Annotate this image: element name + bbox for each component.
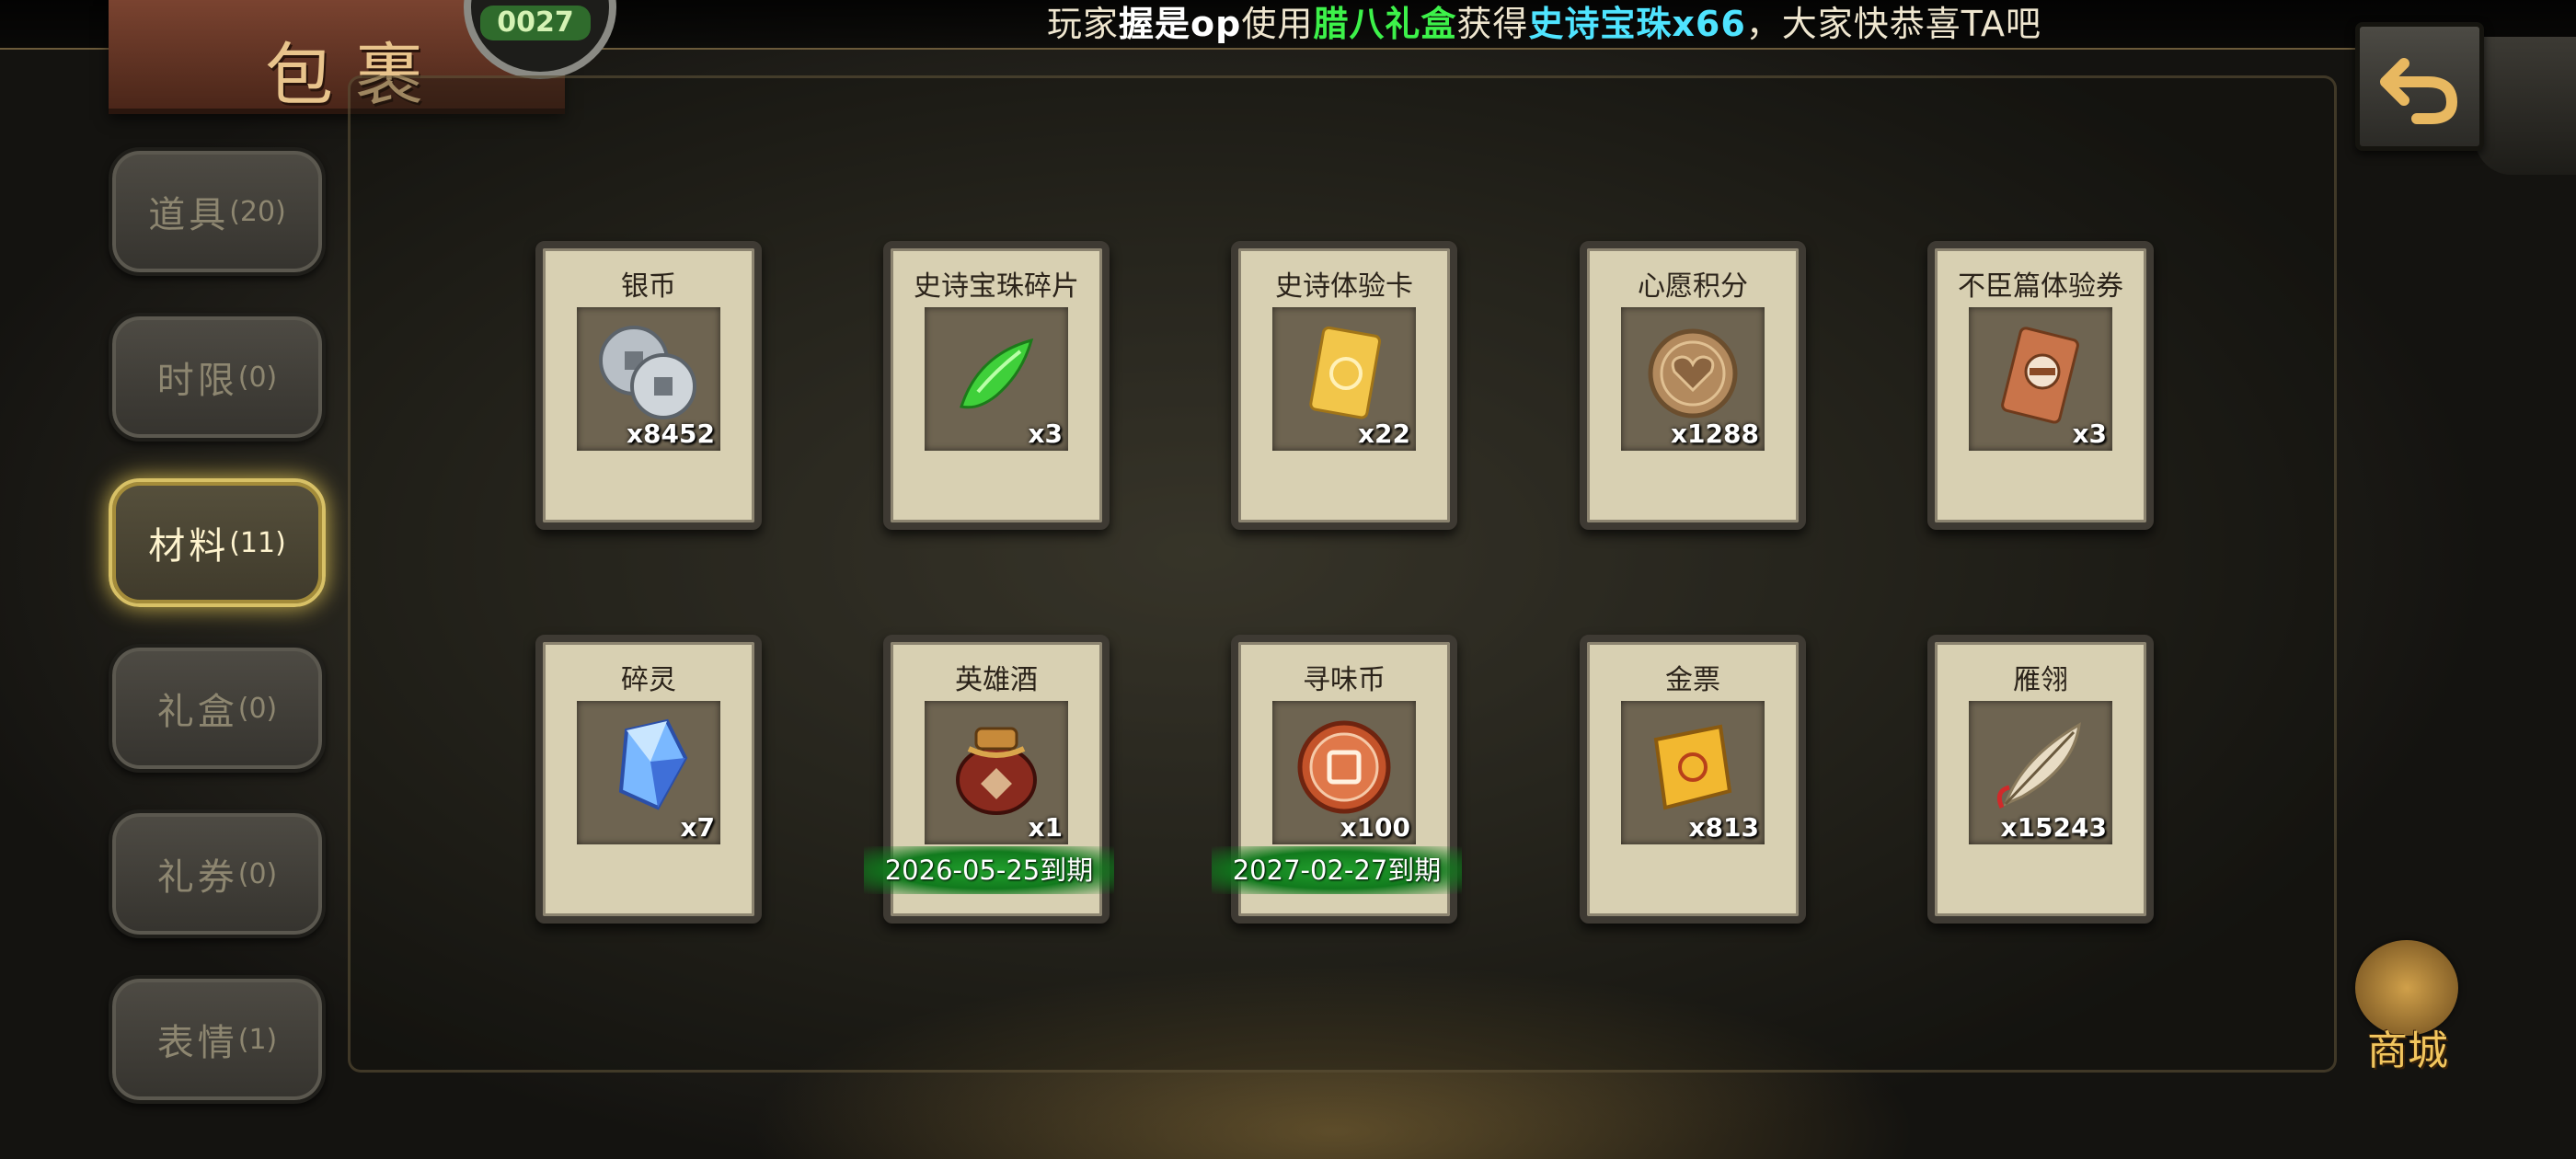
- item-card-buchen-trial-ticket[interactable]: 不臣篇体验券 x3: [1927, 241, 2154, 530]
- item-quantity: x3: [2072, 419, 2107, 449]
- shop-button[interactable]: 商城: [2339, 936, 2477, 1074]
- tab-label: 时限: [156, 360, 238, 402]
- item-icon-well: x15243: [1969, 701, 2112, 844]
- item-icon-well: x7: [577, 701, 720, 844]
- item-card-goose-feather[interactable]: 雁翎 x15243: [1927, 635, 2154, 924]
- item-name: 金票: [1665, 664, 1720, 696]
- tab-label: 表情: [156, 1022, 238, 1064]
- item-card-epic-orb-shard[interactable]: 史诗宝珠碎片 x3: [883, 241, 1110, 530]
- item-icon-well: x3: [925, 307, 1068, 451]
- item-icon-well: x3: [1969, 307, 2112, 451]
- gold-card-icon: [1309, 326, 1382, 419]
- tab-label: 礼券: [156, 856, 238, 899]
- tab-count: (0): [237, 857, 278, 890]
- tab-gift-boxes[interactable]: 礼盒 (0): [109, 644, 326, 773]
- corner-ornament: [2475, 37, 2576, 175]
- item-icon-well: x813: [1621, 701, 1765, 844]
- heart-coin-icon: [1648, 328, 1738, 419]
- feather-icon: [1996, 722, 2081, 809]
- tab-emotes[interactable]: 表情 (1): [109, 975, 326, 1104]
- item-icon-well: x22: [1272, 307, 1416, 451]
- announcement-player: 握是op: [1119, 4, 1242, 44]
- silver-coins-icon: [599, 326, 696, 419]
- item-quantity: x813: [1688, 812, 1759, 843]
- item-name: 银币: [621, 270, 676, 303]
- announcement-text: 玩家握是op使用腊八礼盒获得史诗宝珠x66，大家快恭喜TA吧: [1047, 2, 2041, 46]
- announcement-suffix: ，大家快恭喜TA吧: [1745, 4, 2042, 44]
- item-card-spirit-fragment[interactable]: 碎灵 x7: [535, 635, 762, 924]
- item-quantity: x100: [1340, 812, 1410, 843]
- wine-jar-icon: [956, 727, 1037, 815]
- item-card-silver-coin[interactable]: 银币 x8452: [535, 241, 762, 530]
- item-card-wish-points[interactable]: 心愿积分 x1288: [1580, 241, 1806, 530]
- level-badge: 0027: [464, 0, 616, 79]
- item-name: 雁翎: [2013, 664, 2068, 696]
- announcement-prefix: 玩家: [1047, 4, 1120, 44]
- back-button[interactable]: [2355, 22, 2484, 151]
- item-icon-well: x1: [925, 701, 1068, 844]
- item-name: 不臣篇体验券: [1958, 270, 2123, 303]
- item-card-epic-trial-card[interactable]: 史诗体验卡 x22: [1231, 241, 1457, 530]
- tab-materials[interactable]: 材料 (11): [109, 478, 326, 607]
- item-card-gold-ticket[interactable]: 金票 x813: [1580, 635, 1806, 924]
- tab-count: (11): [229, 526, 286, 559]
- blue-crystal-icon: [618, 718, 688, 810]
- flavor-coin-icon: [1297, 720, 1391, 814]
- item-name: 心愿积分: [1638, 270, 1748, 303]
- item-quantity: x15243: [2000, 812, 2107, 843]
- item-quantity: x3: [1028, 419, 1063, 449]
- gold-scroll-icon: [1653, 724, 1732, 810]
- tab-label: 道具: [148, 194, 230, 236]
- tab-timed[interactable]: 时限 (0): [109, 313, 326, 442]
- item-name: 史诗宝珠碎片: [914, 270, 1079, 303]
- item-quantity: x8452: [627, 419, 715, 449]
- level-badge-text: 0027: [480, 6, 591, 40]
- item-quantity: x22: [1357, 419, 1410, 449]
- announcement-mid2: 获得: [1456, 4, 1529, 44]
- bronze-ticket-icon: [2001, 327, 2079, 424]
- item-name: 寻味币: [1303, 664, 1386, 696]
- item-name: 史诗体验卡: [1275, 270, 1413, 303]
- tab-label: 礼盒: [156, 691, 238, 733]
- announcement-item-used: 腊八礼盒: [1313, 4, 1457, 44]
- announcement-reward: 史诗宝珠x66: [1528, 4, 1746, 44]
- item-icon-well: x1288: [1621, 307, 1765, 451]
- back-arrow-icon: [2380, 58, 2458, 124]
- expiry-badge: 2027-02-27到期: [1212, 846, 1462, 894]
- tab-count: (0): [237, 361, 278, 394]
- tab-count: (0): [237, 692, 278, 725]
- item-quantity: x1288: [1671, 419, 1759, 449]
- green-jade-shard-icon: [960, 338, 1034, 409]
- item-quantity: x7: [680, 812, 715, 843]
- item-name: 碎灵: [621, 664, 676, 696]
- tab-gift-vouchers[interactable]: 礼券 (0): [109, 809, 326, 938]
- tab-count: (1): [237, 1023, 278, 1056]
- item-icon-well: x100: [1272, 701, 1416, 844]
- tab-label: 材料: [148, 525, 230, 568]
- item-name: 英雄酒: [955, 664, 1038, 696]
- expiry-badge: 2026-05-25到期: [864, 846, 1114, 894]
- shop-label: 商城: [2367, 1027, 2448, 1074]
- item-icon-well: x8452: [577, 307, 720, 451]
- tab-items[interactable]: 道具 (20): [109, 147, 326, 276]
- item-quantity: x1: [1028, 812, 1063, 843]
- tab-count: (20): [229, 195, 286, 228]
- announcement-mid1: 使用: [1241, 4, 1314, 44]
